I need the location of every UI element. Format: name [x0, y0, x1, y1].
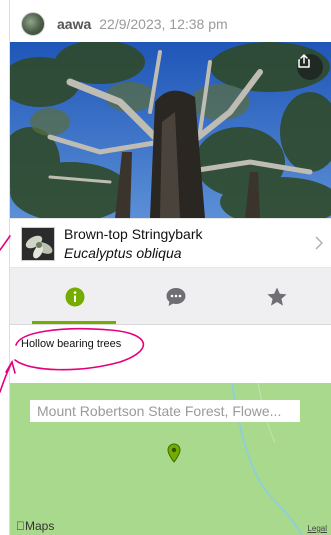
active-tab-indicator [32, 321, 116, 324]
map-location-label: Mount Robertson State Forest, Flowe... [30, 400, 300, 422]
user-avatar[interactable] [21, 12, 45, 36]
share-icon [298, 54, 310, 68]
info-icon [65, 287, 84, 306]
username[interactable]: aawa [57, 16, 91, 32]
taxon-scientific-name: Eucalyptus obliqua [64, 245, 182, 261]
observation-photo[interactable] [10, 42, 331, 218]
apple-maps-brand: Maps [16, 519, 54, 533]
observation-header: aawa 22/9/2023, 12:38 pm [10, 6, 331, 42]
speech-bubble-icon [166, 287, 185, 306]
share-button[interactable] [297, 54, 323, 80]
star-icon [266, 287, 287, 306]
taxon-common-name: Brown-top Stringybark [64, 226, 203, 242]
tab-favorites[interactable] [223, 268, 330, 325]
observation-tabs [10, 268, 331, 325]
tree-photo-image [10, 42, 331, 218]
tab-info[interactable] [21, 268, 128, 325]
observation-page: aawa 22/9/2023, 12:38 pm Brown-top Strin… [0, 0, 331, 535]
location-map[interactable]: Mount Robertson State Forest, Flowe... … [10, 383, 331, 535]
observation-description: Hollow bearing trees [21, 338, 122, 350]
map-pin-icon[interactable] [167, 443, 181, 463]
taxon-row[interactable]: Brown-top Stringybark Eucalyptus obliqua [10, 218, 331, 268]
apple-logo-icon:  [16, 519, 25, 533]
map-legal-link[interactable]: Legal [307, 524, 327, 533]
tab-comments[interactable] [122, 268, 229, 325]
leaf-thumbnail-image [22, 228, 54, 260]
chevron-right-icon [315, 236, 323, 250]
taxon-thumbnail [21, 227, 55, 261]
observation-date: 22/9/2023, 12:38 pm [99, 16, 228, 32]
